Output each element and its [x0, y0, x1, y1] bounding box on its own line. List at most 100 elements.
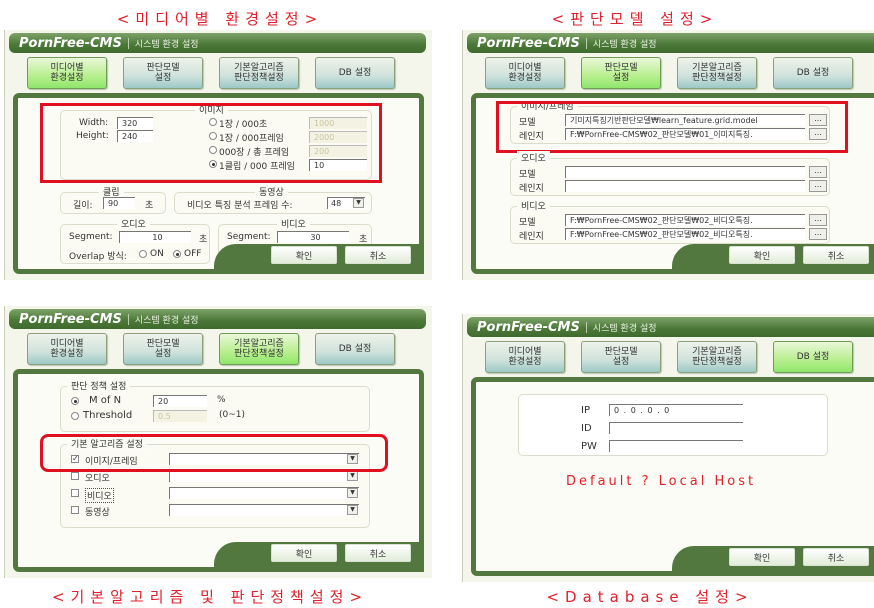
- chevron-down-icon[interactable]: ▼: [347, 471, 358, 481]
- algo-movie-label: 동영상: [85, 508, 110, 518]
- tab-policy-settings[interactable]: 기본알고리즘 판단정책설정: [219, 333, 299, 365]
- algo-audio-label: 오디오: [85, 474, 110, 484]
- highlight-box: [496, 101, 848, 153]
- audio-model-group: 오디오 모델 ... 레인지 ...: [510, 151, 830, 196]
- audio-overlap-off-radio[interactable]: [173, 250, 181, 258]
- audio-overlap-on-radio[interactable]: [139, 250, 147, 258]
- algo-audio-checkbox[interactable]: [71, 472, 79, 480]
- video-range-browse-button[interactable]: ...: [809, 228, 827, 240]
- audio-model-label: 모델: [519, 170, 536, 180]
- ip-input[interactable]: 0 . 0 . 0 . 0: [609, 404, 743, 416]
- tab-bar: 미디어별 환경설정 판단모델 설정 기본알고리즘 판단정책설정 DB 설정: [27, 57, 395, 89]
- video-model-browse-button[interactable]: ...: [809, 214, 827, 226]
- tab-bar: 미디어별 환경설정 판단모델 설정 기본알고리즘 판단정책설정 DB 설정: [27, 333, 395, 365]
- model-settings-window: PornFree-CMS 시스템 환경 설정 미디어별 환경설정 판단모델 설정…: [462, 30, 874, 280]
- video-model-input[interactable]: F:₩PornFree-CMS₩02_판단모델₩02_비디오특징.: [565, 214, 805, 226]
- audio-model-input[interactable]: [565, 166, 805, 178]
- tab-db-settings[interactable]: DB 설정: [773, 57, 853, 89]
- tab-policy-settings[interactable]: 기본알고리즘 판단정책설정: [677, 341, 757, 373]
- audio-segment-input[interactable]: 10: [119, 231, 191, 243]
- policy-settings-window: PornFree-CMS 시스템 환경 설정 미디어별 환경설정 판단모델 설정…: [4, 306, 432, 578]
- tab-media-settings[interactable]: 미디어별 환경설정: [485, 341, 565, 373]
- video-model-group-title: 비디오: [517, 199, 550, 212]
- app-subtitle: 시스템 환경 설정: [592, 323, 657, 334]
- chevron-down-icon[interactable]: ▼: [353, 198, 364, 208]
- tab-db-settings[interactable]: DB 설정: [315, 57, 395, 89]
- m-of-n-label: M of N: [89, 395, 122, 406]
- tab-model-settings[interactable]: 판단모델 설정: [123, 57, 203, 89]
- cancel-button[interactable]: 취소: [803, 548, 869, 566]
- policy-group-title: 판단 정책 설정: [67, 379, 131, 392]
- cancel-button[interactable]: 취소: [345, 246, 411, 264]
- title-bar: PornFree-CMS 시스템 환경 설정: [467, 33, 874, 53]
- id-label: ID: [581, 423, 592, 434]
- video-segment-label: Segment:: [227, 232, 271, 242]
- algo-video-label: 비디오: [85, 488, 114, 503]
- audio-overlap-off-label: OFF: [184, 249, 202, 259]
- media-settings-window: PornFree-CMS 시스템 환경 설정 미디어별 환경설정 판단모델 설정…: [4, 30, 432, 280]
- app-subtitle: 시스템 환경 설정: [134, 39, 199, 50]
- cancel-button[interactable]: 취소: [803, 246, 869, 264]
- tab-media-settings[interactable]: 미디어별 환경설정: [27, 57, 107, 89]
- id-input[interactable]: [609, 422, 743, 434]
- clip-length-input[interactable]: 90: [103, 197, 135, 209]
- app-name: PornFree-CMS: [19, 35, 122, 51]
- tab-db-settings[interactable]: DB 설정: [315, 333, 395, 365]
- clip-length-label: 길이:: [73, 201, 93, 211]
- audio-model-browse-button[interactable]: ...: [809, 166, 827, 178]
- app-subtitle: 시스템 환경 설정: [134, 315, 199, 326]
- algo-video-checkbox[interactable]: [71, 489, 79, 497]
- cancel-button[interactable]: 취소: [345, 544, 411, 562]
- ok-button[interactable]: 확인: [271, 544, 337, 562]
- video-segment-input[interactable]: 30: [277, 231, 349, 243]
- tab-media-settings[interactable]: 미디어별 환경설정: [485, 57, 565, 89]
- tab-db-settings[interactable]: DB 설정: [773, 341, 853, 373]
- caption-model-settings: <판단모델 설정>: [551, 10, 719, 28]
- audio-range-browse-button[interactable]: ...: [809, 180, 827, 192]
- pw-input[interactable]: [609, 440, 743, 452]
- default-host-note: Default ? Local Host: [566, 474, 757, 489]
- db-settings-window: PornFree-CMS 시스템 환경 설정 미디어별 환경설정 판단모델 설정…: [462, 314, 874, 582]
- ok-button[interactable]: 확인: [271, 246, 337, 264]
- app-subtitle: 시스템 환경 설정: [592, 39, 657, 50]
- ok-button[interactable]: 확인: [729, 548, 795, 566]
- tab-model-settings[interactable]: 판단모델 설정: [581, 341, 661, 373]
- threshold-range: (0~1): [219, 410, 246, 420]
- app-name: PornFree-CMS: [477, 319, 580, 335]
- audio-segment-label: Segment:: [69, 232, 113, 242]
- app-name: PornFree-CMS: [477, 35, 580, 51]
- caption-db-settings: <Database 설정>: [546, 588, 754, 606]
- chevron-down-icon[interactable]: ▼: [347, 488, 358, 498]
- audio-range-input[interactable]: [565, 180, 805, 192]
- tab-bar: 미디어별 환경설정 판단모델 설정 기본알고리즘 판단정책설정 DB 설정: [485, 57, 853, 89]
- m-of-n-radio[interactable]: [71, 397, 79, 405]
- ok-button[interactable]: 확인: [729, 246, 795, 264]
- title-bar: PornFree-CMS 시스템 환경 설정: [9, 33, 426, 53]
- tab-media-settings[interactable]: 미디어별 환경설정: [27, 333, 107, 365]
- db-connection-group: IP 0 . 0 . 0 . 0 ID PW: [518, 394, 828, 456]
- title-separator: [585, 321, 587, 333]
- audio-group-title: 오디오: [117, 217, 150, 230]
- video-model-label: 모델: [519, 218, 536, 228]
- title-bar: PornFree-CMS 시스템 환경 설정: [467, 317, 874, 337]
- m-of-n-input[interactable]: 20: [153, 395, 207, 407]
- tab-policy-settings[interactable]: 기본알고리즘 판단정책설정: [219, 57, 299, 89]
- threshold-radio[interactable]: [71, 412, 79, 420]
- video-group-title: 비디오: [277, 217, 310, 230]
- video-frames-select[interactable]: 48 ▼: [327, 197, 365, 209]
- threshold-label: Threshold: [83, 410, 133, 421]
- tab-model-settings[interactable]: 판단모델 설정: [123, 333, 203, 365]
- video-range-input[interactable]: F:₩PornFree-CMS₩02_판단모델₩02_비디오특징.: [565, 228, 805, 240]
- ip-label: IP: [581, 405, 590, 416]
- algo-movie-checkbox[interactable]: [71, 506, 79, 514]
- video-clip-group-title: 동영상: [255, 185, 288, 198]
- tab-bar: 미디어별 환경설정 판단모델 설정 기본알고리즘 판단정책설정 DB 설정: [485, 341, 853, 373]
- tab-policy-settings[interactable]: 기본알고리즘 판단정책설정: [677, 57, 757, 89]
- algo-movie-select[interactable]: ▼: [169, 504, 359, 516]
- algo-video-select[interactable]: ▼: [169, 487, 359, 499]
- threshold-input[interactable]: 0.5: [153, 410, 207, 422]
- title-separator: [127, 313, 129, 325]
- tab-model-settings[interactable]: 판단모델 설정: [581, 57, 661, 89]
- title-separator: [127, 37, 129, 49]
- chevron-down-icon[interactable]: ▼: [347, 505, 358, 515]
